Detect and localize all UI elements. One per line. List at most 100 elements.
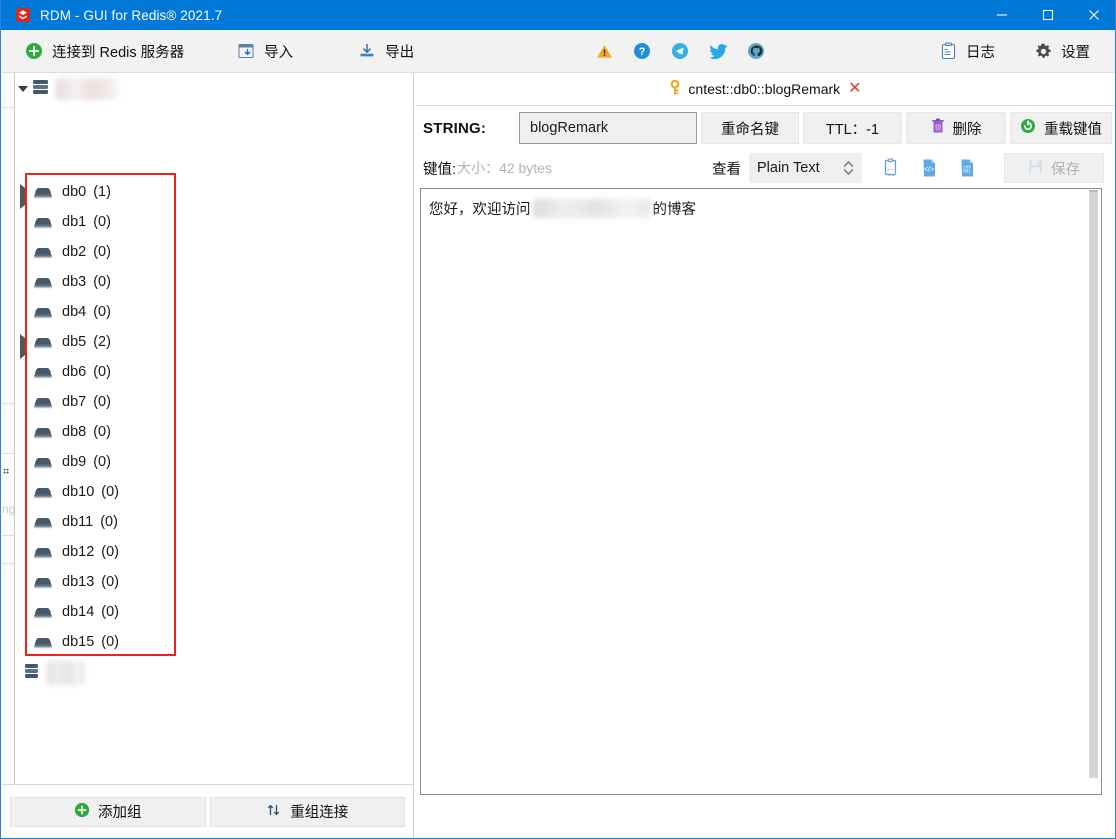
redis-logo-icon [15,7,31,23]
database-icon [32,394,54,410]
reorder-connections-button[interactable]: 重组连接 [210,797,406,827]
main-toolbar: 连接到 Redis 服务器 导入 导出 [2,30,1116,73]
close-tab-icon[interactable]: ✕ [848,81,861,97]
close-button[interactable] [1071,0,1116,30]
database-name: db10 [62,484,94,500]
value-content-redacted [533,199,651,218]
sort-arrows-icon [266,802,282,822]
binary-file-icon[interactable]: 100 001 [956,156,978,180]
refresh-circle-icon [1020,118,1036,138]
github-icon[interactable] [746,41,766,61]
chevron-updown-icon [843,160,854,176]
database-row-db5[interactable]: db5(2) [2,327,413,357]
database-key-count: (0) [93,454,111,470]
database-row-db13[interactable]: db13(0) [2,567,413,597]
database-icon [32,364,54,380]
database-name: db14 [62,604,94,620]
connection-name-redacted [56,78,118,100]
delete-key-button[interactable]: 删除 [906,112,1006,144]
database-icon [32,274,54,290]
value-editor-textarea[interactable]: 您好，欢迎访问 的博客 [420,188,1102,795]
minimize-button[interactable] [979,0,1025,30]
database-key-count: (0) [93,274,111,290]
database-icon [32,184,54,200]
trash-icon [931,118,945,138]
connection-root-node[interactable] [18,75,118,103]
add-group-label: 添加组 [98,801,142,822]
save-value-button[interactable]: 保存 [1004,153,1104,183]
database-row-db0[interactable]: db0(1) [2,177,413,207]
social-icon-group: ? [594,41,766,61]
database-icon [32,304,54,320]
warning-icon[interactable] [594,41,614,61]
database-row-db1[interactable]: db1(0) [2,207,413,237]
database-key-count: (0) [101,604,119,620]
database-key-count: (0) [101,544,119,560]
reload-value-label: 重载键值 [1044,118,1102,139]
import-button[interactable]: 导入 [228,30,301,72]
database-key-count: (0) [101,484,119,500]
database-icon [32,574,54,590]
settings-button[interactable]: 设置 [1025,30,1098,72]
database-row-db9[interactable]: db9 (0) [2,447,413,477]
rename-key-button[interactable]: 重命名键 [701,112,799,144]
database-row-db8[interactable]: db8(0) [2,417,413,447]
database-name: db11 [62,514,93,530]
connection-tree[interactable]: ⌗ ng db0(1)db1(0)db2( [2,73,413,784]
database-row-db12[interactable]: db12 (0) [2,537,413,567]
server-icon [32,78,54,101]
plus-circle-green-icon [74,802,90,822]
title-bar: RDM - GUI for Redis® 2021.7 [1,0,1116,30]
chevron-down-icon[interactable] [18,86,28,92]
database-key-count: (0) [100,514,118,530]
value-toolbar-row: 键值: 大小：42 bytes 查看 Plain Text [415,152,1116,184]
export-label: 导出 [385,41,414,62]
database-row-db2[interactable]: db2(0) [2,237,413,267]
database-row-db15[interactable]: db15(0) [2,627,413,657]
key-name-input[interactable] [519,112,697,144]
twitter-icon[interactable] [708,41,728,61]
database-icon [32,454,54,470]
database-row-db6[interactable]: db6(0) [2,357,413,387]
toolbar-right-group: 日志 设置 [930,30,1116,72]
editor-tabstrip: cntest::db0::blogRemark ✕ [415,73,1116,106]
save-value-label: 保存 [1051,158,1080,179]
format-select[interactable]: Plain Text [749,153,862,183]
expand-arrow-icon[interactable] [20,188,25,206]
database-row-db7[interactable]: db7(0) [2,387,413,417]
database-row-db14[interactable]: db14 (0) [2,597,413,627]
clipboard-copy-icon[interactable] [880,156,902,180]
second-connection-node[interactable] [24,661,85,685]
svg-text:</>: </> [924,167,934,174]
database-key-count: (0) [93,394,111,410]
value-scrollbar[interactable] [1087,190,1100,794]
database-row-db3[interactable]: db3(0) [2,267,413,297]
value-scrollbar-thumb[interactable] [1089,192,1098,778]
database-name: db5 [62,334,86,350]
database-name: db12 [62,544,94,560]
server-icon [24,662,46,685]
reload-value-button[interactable]: 重载键值 [1010,112,1112,144]
database-row-db11[interactable]: db11 (0) [2,507,413,537]
code-brackets-icon[interactable]: </> [918,156,940,180]
connect-to-redis-server-button[interactable]: 连接到 Redis 服务器 [16,30,192,72]
database-name: db4 [62,304,86,320]
database-name: db1 [62,214,86,230]
window-title: RDM - GUI for Redis® 2021.7 [40,8,222,23]
database-row-db4[interactable]: db4(0) [2,297,413,327]
database-key-count: (0) [101,634,119,650]
add-group-button[interactable]: 添加组 [10,797,206,827]
export-button[interactable]: 导出 [349,30,422,72]
export-icon [357,41,377,61]
database-row-db10[interactable]: db10 (0) [2,477,413,507]
maximize-button[interactable] [1025,0,1071,30]
expand-arrow-icon[interactable] [20,338,25,356]
key-tab[interactable]: cntest::db0::blogRemark ✕ [663,80,867,99]
telegram-icon[interactable] [670,41,690,61]
help-icon[interactable]: ? [632,41,652,61]
database-name: db9 [62,454,86,470]
format-action-group: </> 100 001 [880,156,978,180]
log-button[interactable]: 日志 [930,30,1003,72]
ttl-button[interactable]: TTL：-1 [803,112,902,144]
delete-key-label: 删除 [953,118,982,139]
